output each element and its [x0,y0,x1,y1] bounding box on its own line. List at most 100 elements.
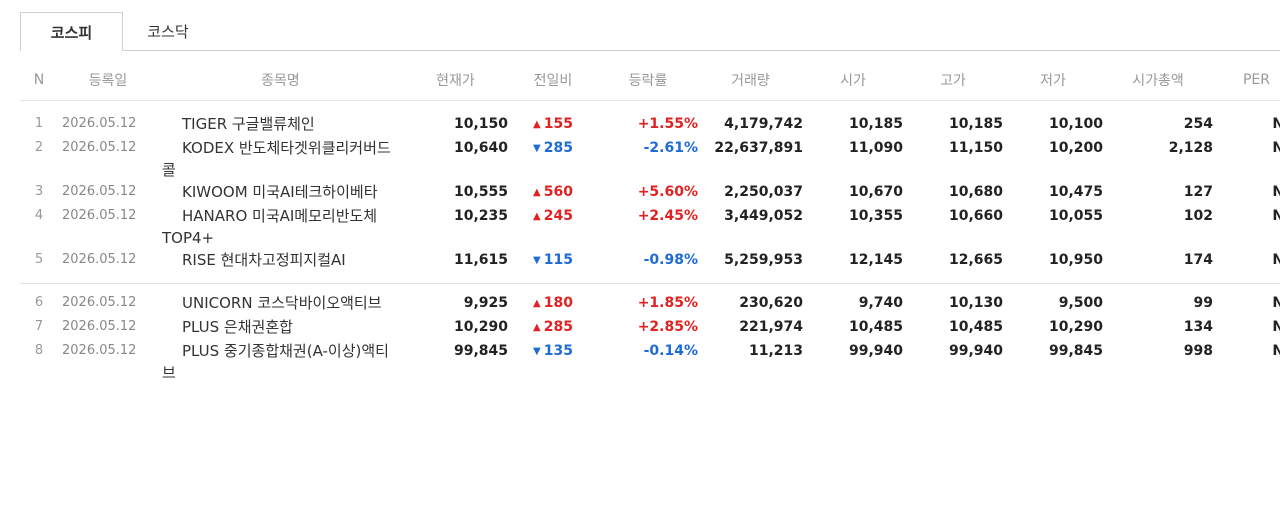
stock-name-cell[interactable]: KIWOOM 미국AI테크하이베타 [158,181,403,205]
market-cap: 99 [1193,295,1213,311]
col-n: N [20,60,58,101]
market-cap: 998 [1183,343,1213,359]
change-rate: -0.98% [643,252,698,268]
volume: 11,213 [748,343,803,359]
tab-kosdaq[interactable]: 코스닥 [138,12,198,50]
per-value: N/A [1272,319,1280,335]
stock-name-link[interactable]: KIWOOM 미국AI테크하이베타 [162,181,397,203]
per-value: N/A [1272,252,1280,268]
col-volume: 거래량 [698,60,803,101]
open-price: 12,145 [848,252,903,268]
low-price: 10,950 [1048,252,1103,268]
low-price: 10,475 [1048,184,1103,200]
col-per: PER [1213,60,1280,101]
market-cap: 2,128 [1168,140,1213,156]
listing-date: 2026.05.12 [62,319,137,334]
col-change: 전일비 [508,60,598,101]
open-price: 10,670 [848,184,903,200]
change-value: 560 [543,184,573,200]
high-price: 12,665 [948,252,1003,268]
change-cell: ▲ 285 [508,316,598,340]
open-price: 11,090 [848,140,903,156]
row-number: 8 [34,343,44,358]
triangle-up-icon: ▲ [533,322,541,333]
table-row[interactable]: 2 2026.05.12 KODEX 반도체타겟위클리커버드콜 10,640 ▼ 285-… [20,137,1280,181]
stock-name-link[interactable]: PLUS 은채권혼합 [162,316,397,338]
group-spacer [20,284,1280,293]
row-number: 7 [34,319,44,334]
table-row[interactable]: 1 2026.05.12 TIGER 구글밸류체인 10,150 ▲ 155 +1.55% 4… [20,101,1280,138]
table-row[interactable]: 4 2026.05.12 HANARO 미국AI메모리반도체TOP4+ 10,235 ▲… [20,205,1280,249]
change-cell: ▼ 285 [508,137,598,181]
market-cap: 102 [1183,208,1213,224]
stock-name-cell[interactable]: HANARO 미국AI메모리반도체TOP4+ [158,205,403,249]
current-price: 10,235 [453,208,508,224]
row-number: 3 [34,184,44,199]
market-cap: 174 [1183,252,1213,268]
change-value: 180 [543,295,573,311]
table-row[interactable]: 8 2026.05.12 PLUS 중기종합채권(A-이상)액티브 99,845 ▼ 13… [20,340,1280,384]
tab-kospi[interactable]: 코스피 [20,12,123,51]
current-price: 10,555 [453,184,508,200]
stock-name-cell[interactable]: PLUS 중기종합채권(A-이상)액티브 [158,340,403,384]
stock-name-link[interactable]: KODEX 반도체타겟위클리커버드콜 [162,137,397,181]
volume: 3,449,052 [724,208,803,224]
current-price: 9,925 [463,295,508,311]
stock-name-link[interactable]: HANARO 미국AI메모리반도체TOP4+ [162,205,397,249]
table-row[interactable]: 6 2026.05.12 UNICORN 코스닥바이오액티브 9,925 ▲ 180 +1.… [20,292,1280,316]
change-value: 245 [543,208,573,224]
triangle-down-icon: ▼ [533,346,541,357]
stock-name-cell[interactable]: TIGER 구글밸류체인 [158,101,403,138]
stock-name-cell[interactable]: UNICORN 코스닥바이오액티브 [158,292,403,316]
high-price: 99,940 [948,343,1003,359]
table-row[interactable]: 7 2026.05.12 PLUS 은채권혼합 10,290 ▲ 285 +2.85% 221… [20,316,1280,340]
volume: 5,259,953 [724,252,803,268]
triangle-up-icon: ▲ [533,298,541,309]
triangle-up-icon: ▲ [533,119,541,130]
listing-date: 2026.05.12 [62,116,137,131]
triangle-down-icon: ▼ [533,255,541,266]
table-row[interactable]: 3 2026.05.12 KIWOOM 미국AI테크하이베타 10,555 ▲ 560 +5… [20,181,1280,205]
change-rate: -2.61% [643,140,698,156]
change-cell: ▲ 180 [508,292,598,316]
change-value: 285 [543,319,573,335]
per-value: N/A [1272,208,1280,224]
row-number: 5 [34,252,44,267]
stock-name-cell[interactable]: PLUS 은채권혼합 [158,316,403,340]
low-price: 9,500 [1058,295,1103,311]
row-number: 6 [34,295,44,310]
col-high: 고가 [903,60,1003,101]
market-tabs: 코스피 코스닥 [20,12,1280,51]
listing-date: 2026.05.12 [62,140,137,155]
open-price: 10,355 [848,208,903,224]
change-rate: +2.85% [637,319,698,335]
stock-name-link[interactable]: RISE 현대차고정피지컬AI [162,249,397,271]
high-price: 10,485 [948,319,1003,335]
change-cell: ▲ 560 [508,181,598,205]
stock-name-cell[interactable]: RISE 현대차고정피지컬AI [158,249,403,273]
per-value: N/A [1272,343,1280,359]
current-price: 10,290 [453,319,508,335]
volume: 22,637,891 [714,140,803,156]
high-price: 10,660 [948,208,1003,224]
table-row[interactable]: 5 2026.05.12 RISE 현대차고정피지컬AI 11,615 ▼ 115 -0.9… [20,249,1280,273]
listing-date: 2026.05.12 [62,295,137,310]
stock-name-link[interactable]: UNICORN 코스닥바이오액티브 [162,292,397,314]
stock-name-link[interactable]: PLUS 중기종합채권(A-이상)액티브 [162,340,397,384]
per-value: N/A [1272,140,1280,156]
high-price: 10,130 [948,295,1003,311]
open-price: 99,940 [848,343,903,359]
change-rate: +1.55% [637,116,698,132]
row-number: 1 [34,116,44,131]
current-price: 99,845 [453,343,508,359]
col-date: 등록일 [58,60,158,101]
low-price: 10,200 [1048,140,1103,156]
change-rate: +2.45% [637,208,698,224]
triangle-down-icon: ▼ [533,143,541,154]
per-value: N/A [1272,116,1280,132]
stock-name-link[interactable]: TIGER 구글밸류체인 [162,113,397,135]
low-price: 10,100 [1048,116,1103,132]
stock-name-cell[interactable]: KODEX 반도체타겟위클리커버드콜 [158,137,403,181]
per-value: N/A [1272,295,1280,311]
triangle-up-icon: ▲ [533,187,541,198]
